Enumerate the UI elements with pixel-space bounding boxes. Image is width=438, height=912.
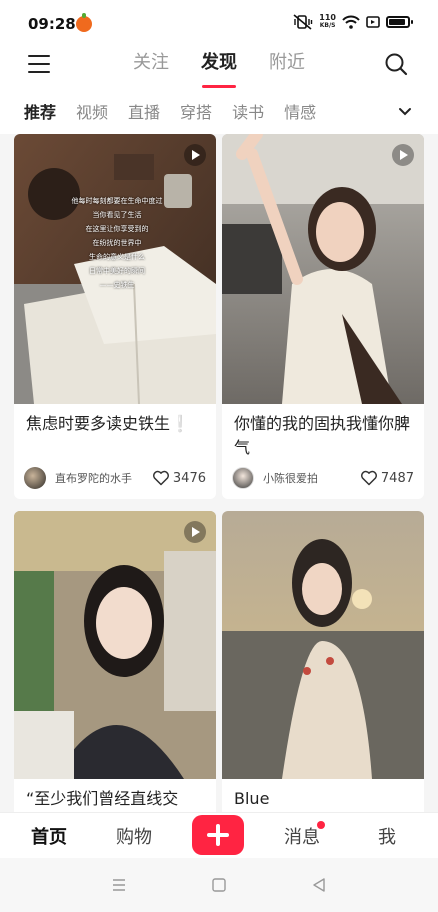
note-cover-image bbox=[222, 511, 424, 779]
note-title: “至少我们曾经直线交 bbox=[26, 789, 179, 808]
home-icon[interactable] bbox=[211, 878, 227, 892]
image-text-block: 他每时每刻都要在生命中度过 当你看见了生活 在这里让你享受到的 在纷扰的世界中 … bbox=[71, 197, 163, 289]
menu-icon[interactable] bbox=[28, 55, 50, 75]
heart-icon[interactable] bbox=[360, 470, 378, 486]
note-card[interactable]: 他每时每刻都要在生命中度过 当你看见了生活 在这里让你享受到的 在纷扰的世界中 … bbox=[14, 134, 216, 499]
author-name[interactable]: 直布罗陀的水手 bbox=[55, 470, 152, 486]
like-count: 7487 bbox=[380, 470, 414, 486]
note-cover-image bbox=[14, 511, 216, 779]
wifi-icon bbox=[342, 15, 360, 29]
top-tabs: 关注 发现 附近 bbox=[0, 46, 438, 88]
category-reading[interactable]: 读书 bbox=[232, 99, 264, 123]
tab-discover[interactable]: 发现 bbox=[201, 46, 237, 88]
note-card[interactable]: Blue bbox=[222, 511, 424, 812]
note-cover-image bbox=[222, 134, 424, 404]
app-notification-icon bbox=[76, 13, 92, 32]
category-live[interactable]: 直播 bbox=[128, 99, 160, 123]
note-cover-image: 他每时每刻都要在生命中度过 当你看见了生活 在这里让你享受到的 在纷扰的世界中 … bbox=[14, 134, 216, 404]
status-bar: 09:28 110 KB/S bbox=[0, 0, 438, 46]
avatar[interactable] bbox=[24, 467, 46, 489]
mute-vibrate-icon bbox=[293, 14, 313, 30]
recent-apps-icon[interactable] bbox=[111, 878, 127, 892]
system-nav-bar bbox=[0, 858, 438, 912]
video-play-icon bbox=[184, 144, 206, 166]
tab-me[interactable]: 我 bbox=[378, 823, 396, 849]
status-time: 09:28 bbox=[28, 15, 76, 33]
category-video[interactable]: 视频 bbox=[76, 99, 108, 123]
heart-icon[interactable] bbox=[152, 470, 170, 486]
back-icon[interactable] bbox=[311, 878, 327, 892]
tab-home[interactable]: 首页 bbox=[31, 823, 67, 849]
top-nav: 关注 发现 附近 bbox=[0, 46, 438, 88]
video-play-icon bbox=[392, 144, 414, 166]
category-bar: 推荐 视频 直播 穿搭 读书 情感 bbox=[0, 88, 438, 134]
author-name[interactable]: 小陈很爱拍 bbox=[263, 470, 360, 486]
like-count: 3476 bbox=[172, 470, 206, 486]
network-speed: 110 KB/S bbox=[319, 13, 336, 30]
tab-follow[interactable]: 关注 bbox=[133, 46, 169, 88]
message-badge bbox=[317, 821, 325, 829]
note-meta: 直布罗陀的水手 3476 bbox=[24, 467, 206, 489]
search-icon[interactable] bbox=[384, 52, 408, 76]
category-emotion[interactable]: 情感 bbox=[284, 99, 316, 123]
status-indicators: 110 KB/S bbox=[293, 13, 413, 30]
tab-nearby[interactable]: 附近 bbox=[269, 46, 305, 88]
category-list: 推荐 视频 直播 穿搭 读书 情感 bbox=[24, 88, 316, 134]
chevron-down-icon[interactable] bbox=[398, 105, 412, 119]
note-meta: 小陈很爱拍 7487 bbox=[232, 467, 414, 489]
note-title: Blue bbox=[234, 789, 270, 808]
video-play-icon bbox=[184, 521, 206, 543]
feed[interactable]: 他每时每刻都要在生命中度过 当你看见了生活 在这里让你享受到的 在纷扰的世界中 … bbox=[0, 134, 438, 812]
note-card[interactable]: “至少我们曾经直线交 bbox=[14, 511, 216, 812]
add-post-button[interactable] bbox=[192, 815, 244, 855]
note-title: 你懂的我的固执我懂你脾气 bbox=[234, 414, 411, 457]
bottom-tab-bar: 首页 购物 消息 我 bbox=[0, 812, 438, 858]
battery-icon bbox=[386, 16, 413, 28]
tab-shop[interactable]: 购物 bbox=[116, 823, 152, 849]
note-card[interactable]: 你懂的我的固执我懂你脾气 小陈很爱拍 7487 bbox=[222, 134, 424, 499]
screen-record-icon bbox=[366, 16, 380, 28]
category-recommend[interactable]: 推荐 bbox=[24, 99, 56, 123]
note-title: 焦虑时要多读史铁生❕ bbox=[26, 414, 190, 433]
category-outfit[interactable]: 穿搭 bbox=[180, 99, 212, 123]
avatar[interactable] bbox=[232, 467, 254, 489]
tab-messages[interactable]: 消息 bbox=[284, 823, 320, 849]
